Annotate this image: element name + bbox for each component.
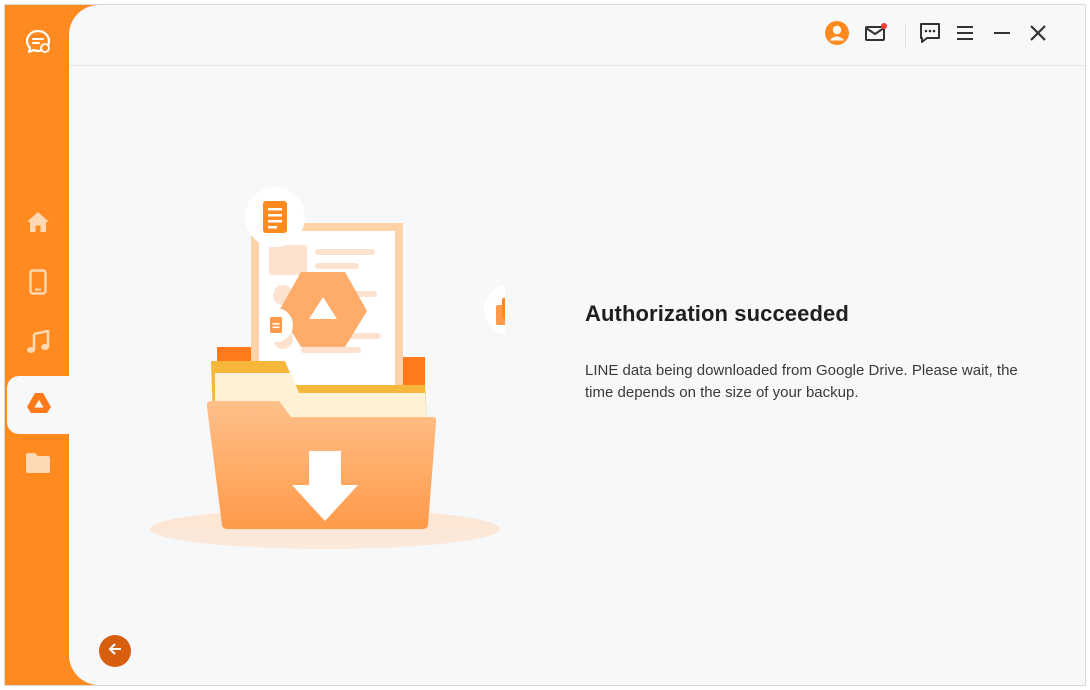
close-button[interactable] (1024, 21, 1052, 49)
download-folder-illustration (145, 179, 534, 560)
back-arrow-icon (107, 641, 123, 662)
music-note-icon (26, 328, 50, 359)
home-icon (26, 211, 50, 238)
mail-button[interactable] (862, 21, 890, 49)
sidebar (5, 5, 71, 685)
title-bar (69, 5, 1085, 66)
app-window: Authorization succeeded LINE data being … (4, 4, 1086, 686)
feedback-icon (919, 22, 941, 49)
feedback-button[interactable] (916, 21, 944, 49)
status-description: LINE data being downloaded from Google D… (585, 362, 1018, 401)
back-button[interactable] (99, 635, 131, 667)
sidebar-item-music[interactable] (5, 315, 71, 373)
folder-icon (25, 452, 51, 479)
sidebar-item-files[interactable] (5, 436, 71, 494)
google-drive-icon (26, 392, 52, 419)
mail-icon (864, 22, 888, 49)
minimize-button[interactable] (988, 21, 1016, 49)
menu-icon (955, 24, 975, 47)
minimize-icon (992, 23, 1012, 48)
user-avatar-icon (824, 20, 850, 51)
phone-icon (29, 268, 47, 300)
page-title: Authorization succeeded (585, 301, 849, 326)
close-icon (1028, 23, 1048, 48)
menu-button[interactable] (951, 21, 979, 49)
sidebar-item-home[interactable] (5, 195, 71, 253)
main-panel: Authorization succeeded LINE data being … (69, 5, 1085, 685)
sidebar-item-google-drive[interactable] (7, 376, 71, 434)
title-bar-divider (905, 23, 906, 47)
sidebar-item-device[interactable] (5, 255, 71, 313)
chat-bubble-logo-icon (21, 25, 55, 59)
user-avatar-button[interactable] (823, 20, 851, 51)
